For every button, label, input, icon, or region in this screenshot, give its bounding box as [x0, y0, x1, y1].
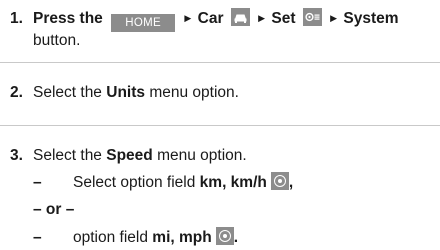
set-label: Set	[271, 10, 296, 27]
units-option: Units	[106, 84, 145, 101]
car-label: Car	[197, 10, 224, 27]
speed-option: Speed	[106, 147, 153, 164]
car-icon	[230, 8, 250, 26]
sub-step-mi: – option field mi, mph.	[33, 227, 238, 248]
step-number: 2.	[10, 84, 23, 101]
step-text: Select the	[33, 84, 102, 101]
sub-step-trailing: ,	[288, 174, 294, 191]
step-number: 1.	[10, 10, 23, 27]
step-2-line: Select the Units menu option.	[33, 82, 239, 103]
step-3-line: Select the Speed menu option.	[33, 145, 247, 166]
step-1-line-2: button.	[33, 32, 81, 49]
separator	[0, 125, 440, 126]
instruction-document: 1. Press the HOME ▶ Car ▶ Set ▶ System b…	[0, 0, 440, 250]
arrow-right-icon: ▶	[330, 13, 338, 23]
km-option-value: km, km/h	[199, 174, 267, 191]
dash-bullet: –	[33, 174, 42, 191]
sub-step-trailing: .	[233, 229, 239, 246]
sub-step-text: option field	[73, 229, 148, 246]
step-number: 3.	[10, 147, 23, 164]
sub-step-text: Select option field	[73, 174, 196, 191]
sub-step-km: – Select option field km, km/h,	[33, 172, 293, 193]
arrow-right-icon: ▶	[258, 13, 266, 23]
or-separator: – or –	[33, 201, 75, 218]
step-text: menu option.	[149, 84, 239, 101]
step-1-line-1: Press the HOME ▶ Car ▶ Set ▶ System	[33, 8, 399, 32]
home-button: HOME	[111, 14, 176, 32]
step-text: Press the	[33, 10, 103, 27]
system-label: System	[343, 10, 399, 27]
dash-bullet: –	[33, 229, 42, 246]
settings-list-icon	[302, 8, 322, 26]
radio-button-icon	[215, 227, 234, 245]
mi-option-value: mi, mph	[152, 229, 212, 246]
arrow-right-icon: ▶	[184, 13, 192, 23]
radio-button-icon	[270, 172, 289, 190]
step-text: menu option.	[157, 147, 247, 164]
step-text: Select the	[33, 147, 102, 164]
separator	[0, 62, 440, 63]
